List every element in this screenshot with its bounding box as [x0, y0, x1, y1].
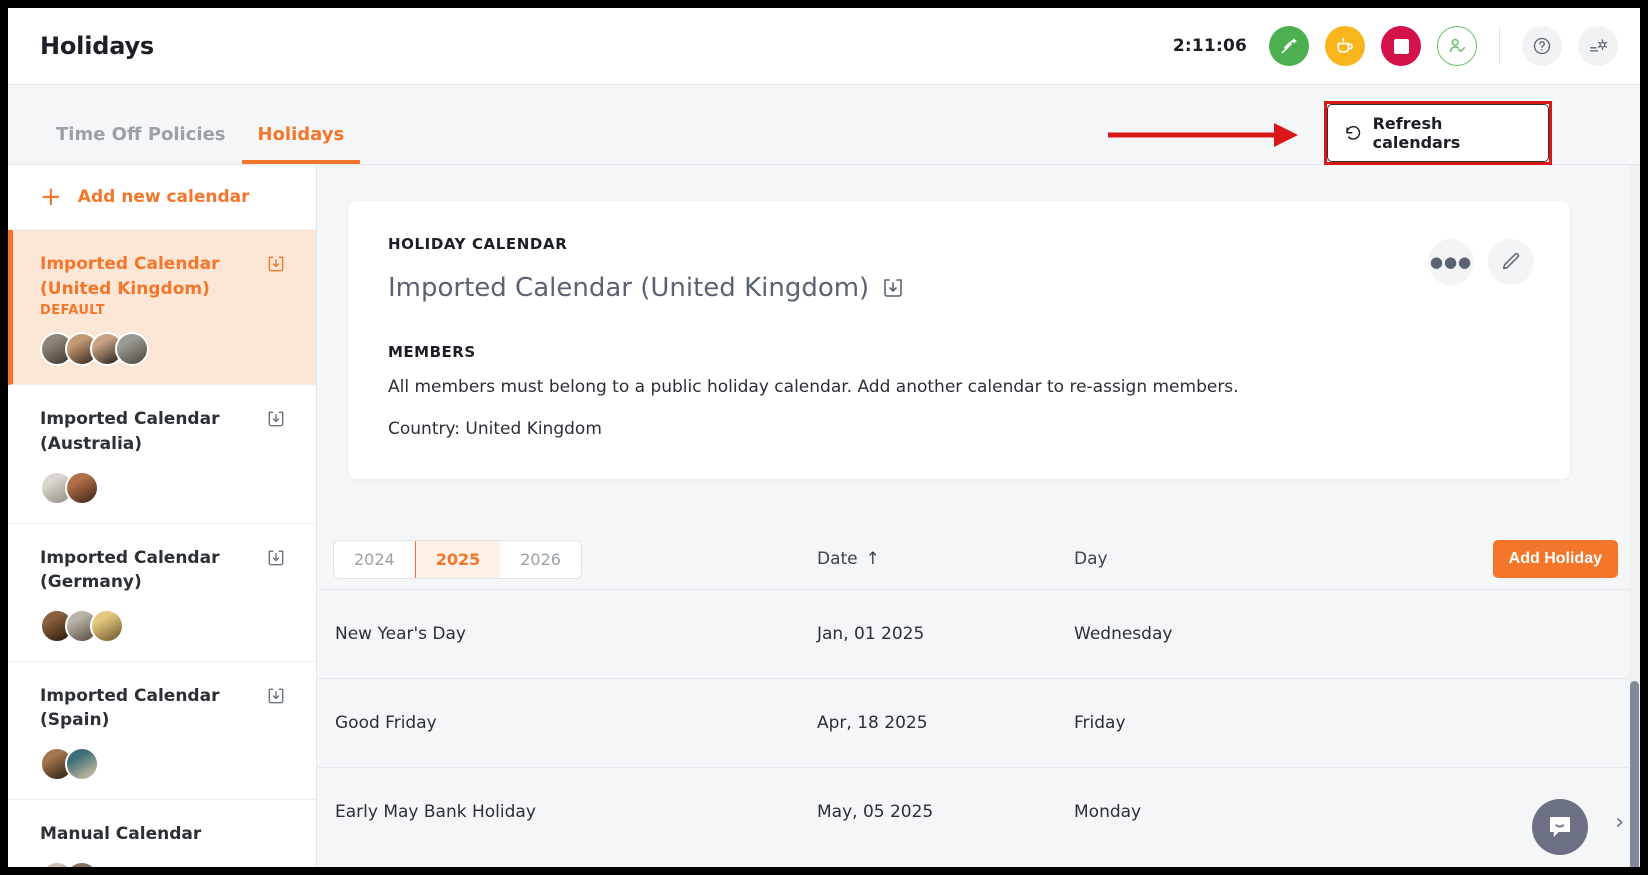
chat-expand-chevron-icon[interactable]: › — [1615, 810, 1624, 835]
holiday-table-body: New Year's Day Jan, 01 2025 Wednesday Go… — [317, 589, 1640, 856]
main-content: HOLIDAY CALENDAR Imported Calendar (Unit… — [317, 165, 1640, 867]
tracker-toggle-icon[interactable] — [1269, 26, 1309, 66]
card-actions: ●●● — [1428, 239, 1534, 285]
member-avatars — [40, 861, 284, 867]
holiday-date: Jan, 01 2025 — [817, 624, 924, 644]
add-holiday-button[interactable]: Add Holiday — [1493, 540, 1618, 578]
calendar-name: Imported Calendar (Spain) — [40, 684, 230, 733]
header-actions: 2:11:06 — [1173, 26, 1618, 66]
card-eyebrow: HOLIDAY CALENDAR — [388, 235, 1530, 253]
column-header-day: Day — [1074, 549, 1108, 569]
refresh-calendars-label: Refresh calendars — [1373, 114, 1532, 152]
avatar — [65, 471, 99, 505]
calendar-name: Manual Calendar — [40, 822, 230, 847]
holiday-day: Friday — [1074, 713, 1126, 733]
table-row[interactable]: Good Friday Apr, 18 2025 Friday — [317, 678, 1640, 767]
country-text: Country: United Kingdom — [388, 419, 1530, 439]
holiday-name: New Year's Day — [335, 624, 466, 644]
timer-display: 2:11:06 — [1173, 36, 1247, 56]
table-row[interactable]: New Year's Day Jan, 01 2025 Wednesday — [317, 589, 1640, 678]
top-header: Holidays 2:11:06 — [8, 8, 1640, 85]
chat-bubble-icon[interactable] — [1532, 799, 1588, 855]
year-2026[interactable]: 2026 — [500, 541, 581, 578]
table-row[interactable]: Early May Bank Holiday May, 05 2025 Mond… — [317, 767, 1640, 856]
member-avatars — [40, 332, 284, 366]
vertical-scrollbar-track[interactable] — [1629, 165, 1640, 867]
avatar — [65, 861, 99, 867]
add-new-calendar-label: Add new calendar — [78, 187, 250, 207]
members-label: MEMBERS — [388, 343, 1530, 361]
header-divider — [1499, 28, 1500, 64]
refresh-calendars-button[interactable]: Refresh calendars — [1327, 104, 1549, 162]
help-icon[interactable] — [1522, 26, 1562, 66]
year-toggle[interactable]: 2024 2025 2026 — [333, 540, 582, 579]
tab-time-off-policies[interactable]: Time Off Policies — [40, 126, 242, 164]
import-download-icon[interactable] — [881, 276, 905, 300]
column-header-date-label: Date — [817, 549, 858, 569]
annotation-arrow — [1108, 123, 1298, 147]
calendar-name: Imported Calendar (United Kingdom) — [40, 252, 230, 301]
holiday-name: Good Friday — [335, 713, 437, 733]
import-download-icon[interactable] — [266, 254, 286, 274]
calendar-sidebar[interactable]: + Add new calendar Imported Calendar (Un… — [8, 165, 317, 867]
tab-list: Time Off Policies Holidays — [40, 126, 360, 164]
member-avatars — [40, 609, 284, 643]
tab-holidays[interactable]: Holidays — [242, 126, 361, 164]
refresh-icon — [1344, 124, 1363, 143]
holiday-date: Apr, 18 2025 — [817, 713, 928, 733]
avatar — [115, 332, 149, 366]
add-new-calendar-button[interactable]: + Add new calendar — [8, 165, 316, 230]
card-title: Imported Calendar (United Kingdom) — [388, 273, 1530, 303]
sidebar-item-spain[interactable]: Imported Calendar (Spain) — [8, 662, 316, 800]
more-options-button[interactable]: ●●● — [1428, 239, 1474, 285]
default-badge: DEFAULT — [40, 303, 284, 318]
calendar-name: Imported Calendar (Germany) — [40, 546, 230, 595]
card-title-text: Imported Calendar (United Kingdom) — [388, 273, 869, 303]
import-download-icon[interactable] — [266, 409, 286, 429]
avatar — [65, 747, 99, 781]
stop-square — [1394, 39, 1409, 54]
member-avatars — [40, 747, 284, 781]
sort-ascending-icon: ↑ — [866, 549, 880, 569]
holiday-table-header: 2024 2025 2026 Date ↑ Day Add Holiday — [317, 529, 1640, 589]
calendar-name: Imported Calendar (Australia) — [40, 407, 230, 456]
import-download-icon[interactable] — [266, 548, 286, 568]
holiday-date: May, 05 2025 — [817, 802, 933, 822]
sidebar-item-germany[interactable]: Imported Calendar (Germany) — [8, 524, 316, 662]
sidebar-item-manual-calendar[interactable]: Manual Calendar — [8, 800, 316, 867]
members-description: All members must belong to a public holi… — [388, 377, 1530, 397]
calendar-detail-card: HOLIDAY CALENDAR Imported Calendar (Unit… — [348, 201, 1570, 479]
more-dots-icon: ●●● — [1430, 253, 1472, 271]
chat-glyph — [1545, 812, 1575, 842]
holiday-day: Wednesday — [1074, 624, 1172, 644]
year-2025[interactable]: 2025 — [415, 540, 502, 579]
import-download-icon[interactable] — [266, 686, 286, 706]
vertical-scrollbar-thumb[interactable] — [1630, 681, 1639, 867]
sidebar-item-united-kingdom[interactable]: Imported Calendar (United Kingdom) DEFAU… — [8, 230, 316, 385]
holiday-name: Early May Bank Holiday — [335, 802, 536, 822]
pencil-icon — [1500, 251, 1522, 273]
member-avatars — [40, 471, 284, 505]
settings-icon[interactable] — [1578, 26, 1618, 66]
page-title: Holidays — [40, 32, 154, 60]
app-window: Holidays 2:11:06 — [8, 8, 1640, 867]
plus-icon: + — [40, 184, 62, 210]
annotation-box-refresh: Refresh calendars — [1324, 101, 1552, 165]
stop-timer-icon[interactable] — [1381, 26, 1421, 66]
sidebar-item-australia[interactable]: Imported Calendar (Australia) — [8, 385, 316, 523]
column-header-date[interactable]: Date ↑ — [817, 549, 880, 569]
holiday-day: Monday — [1074, 802, 1141, 822]
edit-calendar-button[interactable] — [1488, 239, 1534, 285]
avatar — [90, 609, 124, 643]
break-coffee-icon[interactable] — [1325, 26, 1365, 66]
user-check-icon[interactable] — [1437, 26, 1477, 66]
year-2024[interactable]: 2024 — [334, 541, 416, 578]
